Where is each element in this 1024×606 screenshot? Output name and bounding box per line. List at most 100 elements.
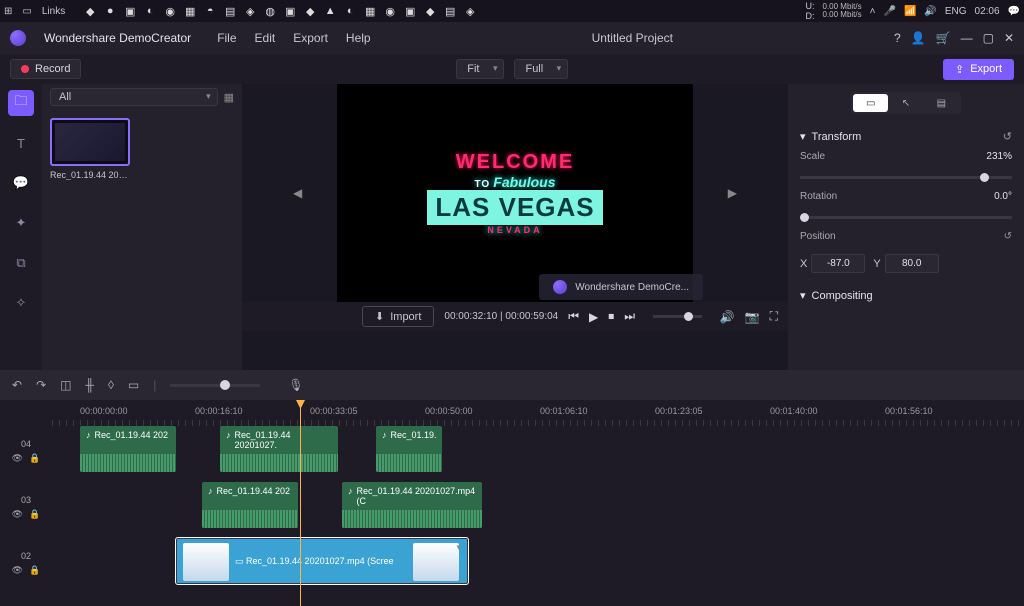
audio-clip[interactable]: ♪Rec_01.19.44 202	[202, 482, 298, 528]
minimize-icon[interactable]: ―	[961, 31, 973, 45]
app-icon[interactable]: ◓	[203, 4, 217, 18]
app-icon[interactable]: ▦	[363, 4, 377, 18]
app-icon[interactable]: ▤	[443, 4, 457, 18]
start-icon[interactable]: ⊞	[4, 6, 12, 17]
app-icon[interactable]: ◐	[343, 4, 357, 18]
app-icon[interactable]: ◈	[243, 4, 257, 18]
playhead[interactable]	[300, 400, 301, 606]
toast-text: Wondershare DemoCre...	[575, 282, 689, 293]
import-button[interactable]: ⬇ Import	[362, 306, 434, 327]
audio-clip[interactable]: ♪Rec_01.19.44 20201027.	[220, 426, 338, 472]
marker-icon[interactable]: ◊	[108, 378, 114, 392]
props-tab-video[interactable]: ▭	[853, 94, 888, 112]
app-icon[interactable]: ◆	[303, 4, 317, 18]
preview-scrubber[interactable]	[653, 315, 702, 318]
lock-icon[interactable]: 🔒	[29, 565, 40, 576]
zoom-fit-select[interactable]: Fit	[456, 59, 504, 79]
app-icon[interactable]: ▣	[403, 4, 417, 18]
annotations-tab[interactable]: 💬	[8, 170, 34, 196]
media-tab[interactable]: 🗀	[8, 90, 34, 116]
cart-icon[interactable]: 🛒	[936, 31, 951, 45]
wifi-icon[interactable]: 📶	[904, 6, 916, 17]
lock-icon[interactable]: 🔒	[29, 453, 40, 464]
app-icon[interactable]: ●	[103, 4, 117, 18]
app-icon[interactable]: ▲	[323, 4, 337, 18]
app-icon[interactable]: ◍	[263, 4, 277, 18]
reset-position-icon[interactable]: ↺	[1004, 231, 1012, 242]
aspect-icon[interactable]: ▭	[128, 378, 139, 392]
visibility-icon[interactable]: 👁	[12, 509, 23, 520]
next-button[interactable]: ⏭	[624, 309, 635, 324]
media-filter-select[interactable]: All	[50, 88, 218, 106]
help-icon[interactable]: ?	[894, 31, 901, 45]
app-icon[interactable]: ◆	[83, 4, 97, 18]
crop-icon[interactable]: ◫	[60, 378, 71, 392]
play-button[interactable]: ▶	[589, 310, 598, 324]
app-icon[interactable]: ◈	[463, 4, 477, 18]
quality-full-select[interactable]: Full	[514, 59, 568, 79]
mic-icon[interactable]: 🎤	[883, 6, 895, 17]
reset-transform-icon[interactable]: ↺	[1003, 130, 1012, 143]
menu-file[interactable]: File	[217, 31, 236, 45]
position-label: Position	[800, 231, 1004, 242]
video-clip[interactable]: ▭ Rec_01.19.44 20201027.mp4 (Scree	[176, 538, 468, 584]
undo-icon[interactable]: ↶	[12, 378, 22, 392]
menu-help[interactable]: Help	[346, 31, 371, 45]
scale-slider[interactable]	[800, 176, 1012, 179]
stop-button[interactable]: ⏹	[608, 309, 614, 324]
app-icon[interactable]: ▤	[223, 4, 237, 18]
app-icon[interactable]: ◆	[423, 4, 437, 18]
app-icon[interactable]: ◉	[383, 4, 397, 18]
split-icon[interactable]: ╫	[85, 378, 94, 392]
audio-clip[interactable]: ♪Rec_01.19.44 20201027.mp4 (C	[342, 482, 482, 528]
account-icon[interactable]: 👤	[911, 31, 926, 45]
visibility-icon[interactable]: 👁	[12, 565, 23, 576]
visibility-icon[interactable]: 👁	[12, 453, 23, 464]
mute-icon[interactable]: 🔊	[720, 310, 735, 324]
menu-edit[interactable]: Edit	[255, 31, 276, 45]
lock-icon[interactable]: 🔒	[29, 509, 40, 520]
app-icon[interactable]: ▣	[283, 4, 297, 18]
app-icon[interactable]: ▣	[123, 4, 137, 18]
props-tab-cursor[interactable]: ↖	[888, 94, 923, 112]
tray-chevron-icon[interactable]: ˄	[870, 6, 876, 17]
app-icon[interactable]: ◉	[163, 4, 177, 18]
close-icon[interactable]: ✕	[1004, 31, 1014, 45]
task-view-icon[interactable]: ▭	[22, 6, 31, 17]
audio-clip[interactable]: ♪Rec_01.19.44 202	[80, 426, 176, 472]
effects-tab[interactable]: ✧	[8, 290, 34, 316]
preview-video[interactable]: ◀ ▶ WELCOME TO Fabulous LAS VEGAS NEVADA…	[337, 84, 693, 302]
menu-export[interactable]: Export	[293, 31, 328, 45]
timeline-zoom-slider[interactable]	[170, 384, 260, 387]
record-button[interactable]: Record	[10, 59, 81, 79]
export-button[interactable]: ⇪ Export	[943, 59, 1014, 80]
grid-view-icon[interactable]: ▦	[224, 91, 234, 104]
compositing-section[interactable]: ▾ Compositing	[800, 289, 1012, 302]
transform-section[interactable]: ▾ Transform ↺	[800, 130, 1012, 143]
notifications-icon[interactable]: 💬	[1008, 6, 1020, 17]
next-frame-nav[interactable]: ▶	[724, 182, 741, 204]
clock[interactable]: 02:06	[975, 6, 1000, 17]
prev-button[interactable]: ⏮	[568, 309, 579, 324]
titles-tab[interactable]: T	[8, 130, 34, 156]
snapshot-icon[interactable]: 📷	[745, 310, 760, 324]
redo-icon[interactable]: ↷	[36, 378, 46, 392]
prev-frame-nav[interactable]: ◀	[289, 182, 306, 204]
x-input[interactable]	[811, 254, 865, 273]
y-input[interactable]	[885, 254, 939, 273]
transitions-tab[interactable]: ⧉	[8, 250, 34, 276]
props-tab-audio[interactable]: ▤	[924, 94, 959, 112]
maximize-icon[interactable]: ▢	[983, 31, 994, 45]
voiceover-icon[interactable]: 🎙	[288, 378, 303, 392]
taskbar-links[interactable]: Links	[42, 6, 65, 17]
audio-clip[interactable]: ♪Rec_01.19.	[376, 426, 442, 472]
lang-indicator[interactable]: ENG	[945, 6, 967, 17]
app-icon[interactable]: ◐	[143, 4, 157, 18]
app-icon[interactable]: ▦	[183, 4, 197, 18]
media-thumbnail[interactable]	[50, 118, 130, 166]
fullscreen-icon[interactable]: ⛶	[770, 309, 778, 324]
volume-icon[interactable]: 🔊	[924, 6, 936, 17]
stickers-tab[interactable]: ✦	[8, 210, 34, 236]
rotation-slider[interactable]	[800, 216, 1012, 219]
time-ruler[interactable]: 00:00:00:00 00:00:16:10 00:00:33:05 00:0…	[52, 400, 1024, 426]
